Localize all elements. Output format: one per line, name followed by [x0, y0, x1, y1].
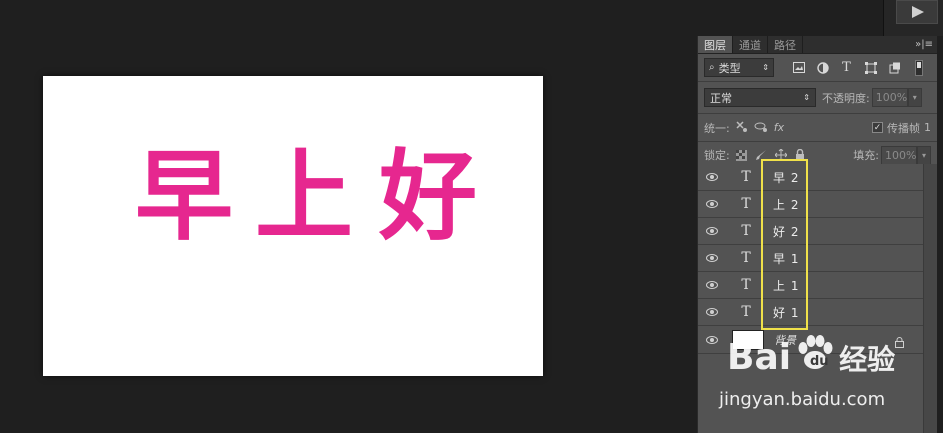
visibility-eye-icon[interactable] [698, 281, 726, 289]
layer-row[interactable]: T 上 1 [698, 272, 924, 299]
layer-name[interactable]: 上 2 [766, 196, 799, 213]
watermark-brand: Bai [727, 337, 792, 378]
adjustment-filter-icon[interactable] [816, 61, 829, 74]
text-layer-icon: T [741, 250, 751, 266]
play-button[interactable] [896, 0, 938, 24]
panel-tabbar: 图层 通道 路径 »|≡ [698, 36, 937, 54]
shape-filter-icon[interactable] [864, 61, 877, 74]
visibility-eye-icon[interactable] [698, 254, 726, 262]
canvas-char-zao: 早 [135, 140, 234, 254]
opacity-dropdown-button[interactable]: ▾ [907, 88, 922, 107]
propagate-frame-checkbox[interactable]: ✓ [872, 122, 883, 133]
tab-paths[interactable]: 路径 [768, 36, 803, 53]
blend-mode-value: 正常 [710, 91, 732, 105]
lock-all-icon[interactable] [795, 146, 805, 165]
layer-list: T 早 2 T 上 2 T 好 2 T 早 1 T 上 1 T 好 1 背景 [698, 164, 924, 354]
fill-label: 填充: [853, 149, 879, 162]
unify-label: 统一: [704, 121, 730, 135]
select-arrows-icon: ⇕ [803, 93, 810, 102]
opacity-input[interactable]: 100% [871, 88, 908, 107]
text-layer-icon: T [741, 196, 751, 212]
text-layer-icon: T [741, 277, 751, 293]
text-layer-icon: T [741, 304, 751, 320]
watermark-brand-suffix: 经验 [839, 342, 896, 376]
layer-name[interactable]: 早 2 [766, 169, 799, 186]
propagate-frame-label: 传播帧 [887, 121, 920, 135]
layer-name[interactable]: 好 1 [766, 304, 799, 321]
unify-row: 统一: fx ✓ 传播帧 1 [698, 114, 937, 142]
document-canvas[interactable]: 早 上 好 [43, 76, 543, 376]
play-icon [912, 6, 924, 18]
filter-row: ⌕ 类型 ⇕ T [698, 54, 937, 82]
canvas-char-shang: 上 [255, 140, 354, 254]
search-icon: ⌕ [709, 62, 715, 73]
text-layer-icon: T [741, 223, 751, 239]
layer-list-scrollbar[interactable] [923, 164, 937, 433]
blend-row: 正常 ⇕ 不透明度: 100% ▾ [698, 82, 937, 114]
filter-type-select[interactable]: ⌕ 类型 ⇕ [704, 58, 774, 77]
smart-object-filter-icon[interactable] [888, 61, 901, 74]
text-layer-icon: T [741, 169, 751, 185]
lock-transparent-icon[interactable] [735, 146, 747, 165]
tab-channels[interactable]: 通道 [733, 36, 768, 53]
layer-name[interactable]: 好 2 [766, 223, 799, 240]
tab-layers[interactable]: 图层 [698, 36, 733, 53]
blend-mode-select[interactable]: 正常 ⇕ [704, 88, 816, 107]
image-filter-icon[interactable] [792, 61, 805, 74]
paw-icon: du [795, 334, 835, 381]
opacity-label: 不透明度: [822, 91, 870, 105]
visibility-eye-icon[interactable] [698, 335, 726, 344]
panel-menu-button[interactable]: »|≡ [911, 36, 937, 53]
visibility-eye-icon[interactable] [698, 200, 726, 208]
filter-toggle-switch[interactable] [915, 59, 923, 76]
fill-dropdown-button[interactable]: ▾ [917, 145, 931, 165]
layer-row[interactable]: T 早 1 [698, 245, 924, 272]
svg-text:du: du [810, 354, 829, 369]
layer-name[interactable]: 上 1 [766, 277, 799, 294]
layer-name[interactable]: 早 1 [766, 250, 799, 267]
visibility-eye-icon[interactable] [698, 227, 726, 235]
watermark-url: jingyan.baidu.com [719, 389, 886, 410]
unify-style-icon[interactable]: fx [774, 121, 784, 134]
layer-row[interactable]: T 好 2 [698, 218, 924, 245]
canvas-char-hao: 好 [379, 140, 478, 254]
fill-input[interactable]: 100% [881, 145, 917, 165]
lock-label: 锁定: [704, 149, 730, 162]
visibility-eye-icon[interactable] [698, 173, 726, 181]
unify-position-icon[interactable] [734, 118, 748, 137]
lock-icon [895, 333, 904, 352]
layer-row[interactable]: T 早 2 [698, 164, 924, 191]
select-arrows-icon: ⇕ [762, 63, 769, 72]
layer-row[interactable]: T 好 1 [698, 299, 924, 326]
text-filter-icon[interactable]: T [840, 60, 853, 75]
baidu-watermark: Bai du 经验 [727, 334, 895, 381]
propagate-frame-value: 1 [924, 121, 931, 134]
lock-move-icon[interactable] [774, 146, 788, 165]
unify-visibility-icon[interactable] [754, 118, 768, 137]
layer-row[interactable]: T 上 2 [698, 191, 924, 218]
visibility-eye-icon[interactable] [698, 308, 726, 316]
lock-brush-icon[interactable] [755, 146, 767, 165]
filter-type-label: 类型 [718, 61, 741, 75]
